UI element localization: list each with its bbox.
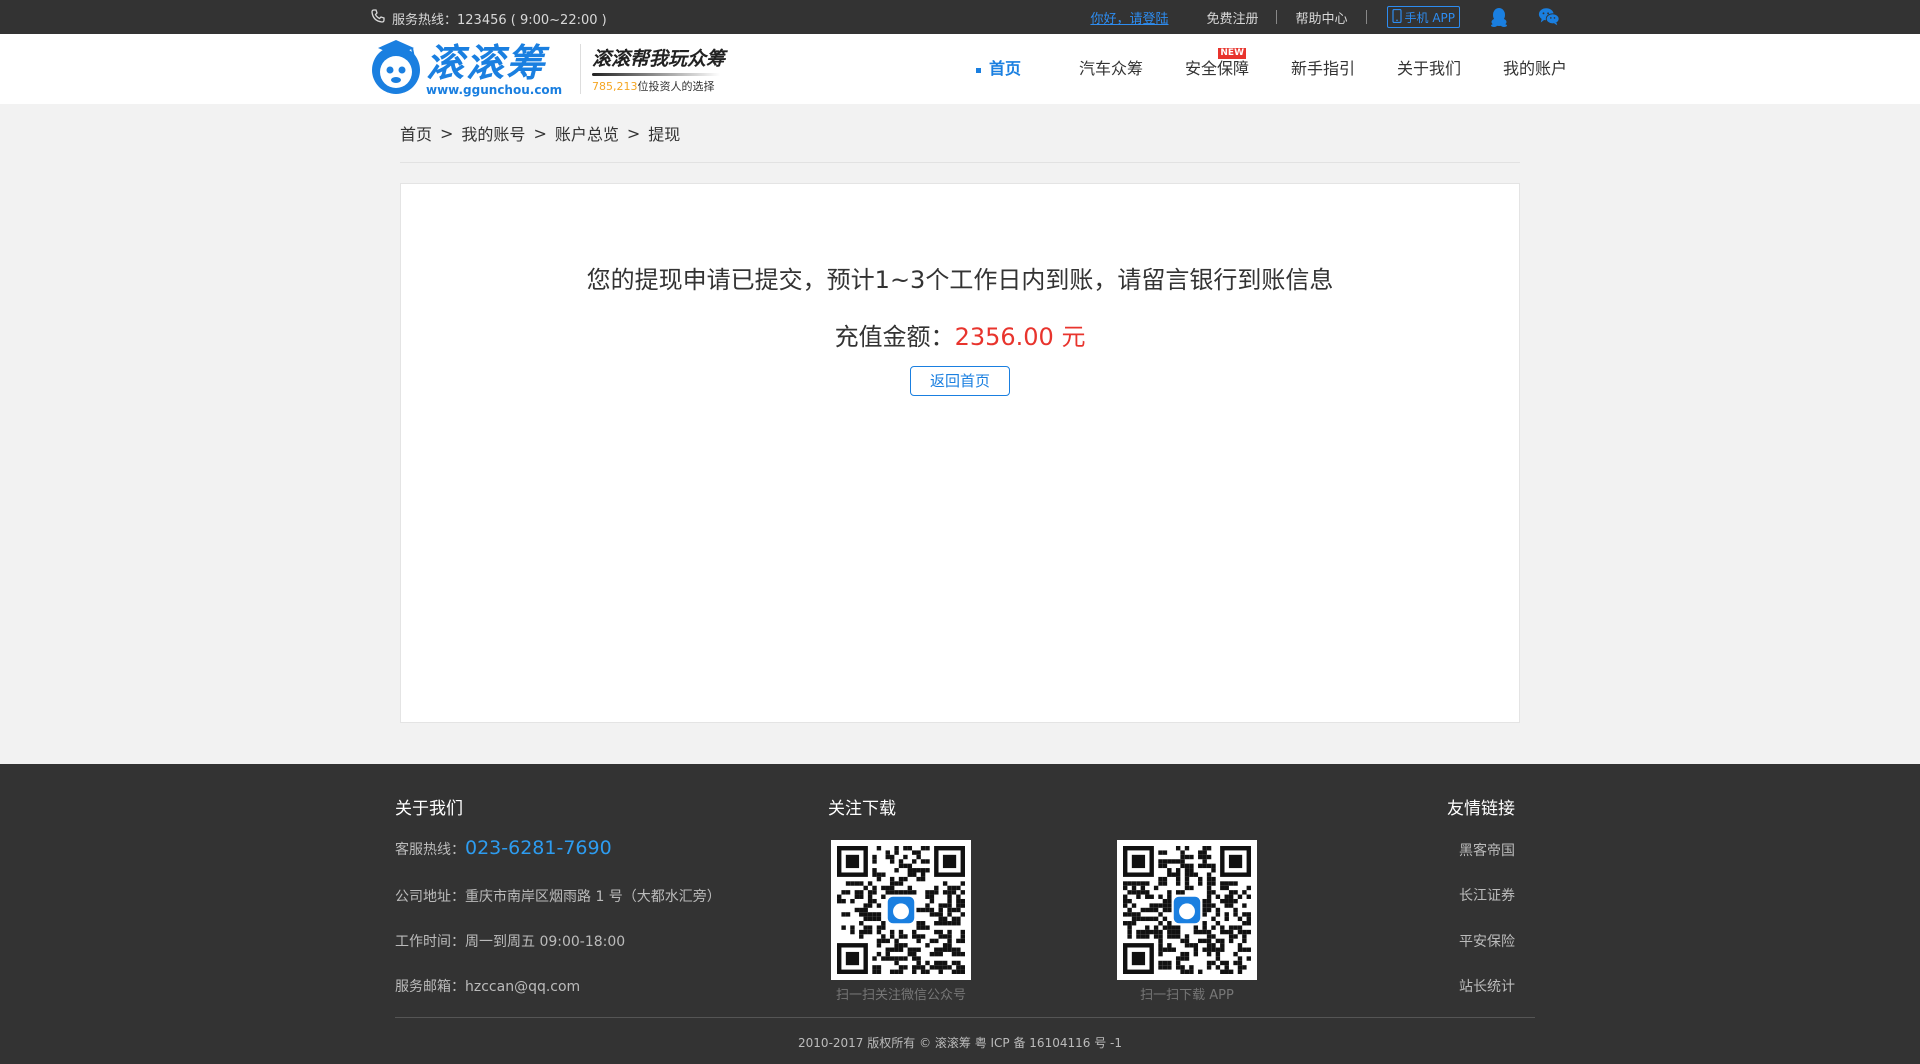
breadcrumb: 首页 > 我的账号 > 账户总览 > 提现 xyxy=(400,104,1520,163)
back-home-button[interactable]: 返回首页 xyxy=(910,366,1010,396)
register-link[interactable]: 免费注册 xyxy=(1188,8,1276,27)
app-qr-caption: 扫一扫下载 APP xyxy=(1140,988,1234,1003)
site-footer: 关于我们 客服热线：023-6281-7690 公司地址：重庆市南岸区烟雨路 1… xyxy=(0,764,1920,1064)
footer-about-title: 关于我们 xyxy=(395,799,463,819)
phone-icon xyxy=(370,8,386,28)
mobile-app-label: 手机 APP xyxy=(1404,10,1456,25)
slogan: 滚滚帮我玩众筹 785,213位投资人的选择 xyxy=(592,44,725,94)
app-qr-code xyxy=(1117,840,1257,980)
hotline-text: 服务热线：123456 ( 9:00~22:00 ) xyxy=(392,12,607,28)
copyright: 2010-2017 版权所有 © 滚滚筹 粤 ICP 备 16104116 号 … xyxy=(798,1036,1122,1050)
divider xyxy=(1365,10,1367,24)
footer-follow-title: 关注下载 xyxy=(828,799,896,819)
wechat-qr-code xyxy=(831,840,971,980)
service-hotline: 服务热线：123456 ( 9:00~22:00 ) xyxy=(370,8,607,28)
nav-about-us[interactable]: 关于我们 xyxy=(1376,34,1482,104)
friend-link[interactable]: 黑客帝国 xyxy=(1459,840,1515,860)
mascot-logo-icon xyxy=(368,38,424,100)
hotline-label: 客服热线： xyxy=(395,842,465,858)
mobile-icon xyxy=(1391,8,1402,26)
amount-label: 充值金额： xyxy=(834,323,955,351)
main-nav: 首页 汽车众筹 安全保障 NEW 新手指引 关于我们 我的账户 xyxy=(952,34,1588,104)
friend-link[interactable]: 平安保险 xyxy=(1459,931,1515,951)
slogan-underline xyxy=(592,73,720,76)
footer-links-title: 友情链接 xyxy=(1447,799,1515,819)
amount-value: 2356.00 元 xyxy=(954,323,1086,351)
help-center-link[interactable]: 帮助中心 xyxy=(1277,8,1365,27)
top-bar: 服务热线：123456 ( 9:00~22:00 ) 你好，请登陆 免费注册 帮… xyxy=(0,0,1920,34)
site-header: 滚滚筹 www.ggunchou.com 滚滚帮我玩众筹 785,213位投资人… xyxy=(0,34,1920,104)
amount-row: 充值金额：2356.00 元 xyxy=(401,317,1519,352)
logo-divider xyxy=(580,44,581,94)
breadcrumb-separator: > xyxy=(626,123,641,143)
wechat-icon[interactable] xyxy=(1538,6,1560,28)
logo-url: www.ggunchou.com xyxy=(426,83,563,97)
breadcrumb-account-overview[interactable]: 账户总览 xyxy=(555,121,619,145)
footer-address: 公司地址：重庆市南岸区烟雨路 1 号（大都水汇旁） xyxy=(395,889,721,905)
nav-beginner-guide[interactable]: 新手指引 xyxy=(1270,34,1376,104)
footer-hotline: 客服热线：023-6281-7690 xyxy=(395,837,612,859)
footer-email: 服务邮箱：hzccan@qq.com xyxy=(395,979,581,995)
nav-security-label: 安全保障 xyxy=(1184,59,1249,78)
slogan-text: 滚滚帮我玩众筹 xyxy=(592,48,726,70)
investor-count: 785,213位投资人的选择 xyxy=(592,78,725,94)
nav-security[interactable]: 安全保障 NEW xyxy=(1164,34,1270,104)
nav-my-account[interactable]: 我的账户 xyxy=(1482,34,1588,104)
hotline-number: 023-6281-7690 xyxy=(465,837,612,859)
mobile-app-button[interactable]: 手机 APP xyxy=(1386,6,1460,28)
wechat-qr-caption: 扫一扫关注微信公众号 xyxy=(835,988,966,1003)
nav-car-crowdfunding[interactable]: 汽车众筹 xyxy=(1058,34,1164,104)
new-badge: NEW xyxy=(1218,48,1246,59)
breadcrumb-withdraw: 提现 xyxy=(648,125,681,144)
success-message: 您的提现申请已提交，预计1~3个工作日内到账，请留言银行到账信息 xyxy=(586,266,1334,294)
investor-count-label: 位投资人的选择 xyxy=(637,80,715,93)
breadcrumb-separator: > xyxy=(440,123,454,143)
investor-count-number: 785,213 xyxy=(592,80,638,93)
login-link[interactable]: 你好，请登陆 xyxy=(1072,8,1188,27)
footer-hours: 工作时间：周一到周五 09:00-18:00 xyxy=(395,934,626,950)
site-logo[interactable]: 滚滚筹 www.ggunchou.com xyxy=(368,38,562,100)
breadcrumb-my-account[interactable]: 我的账号 xyxy=(461,121,525,145)
footer-divider xyxy=(395,1017,1535,1018)
nav-home[interactable]: 首页 xyxy=(952,34,1058,104)
breadcrumb-home[interactable]: 首页 xyxy=(400,121,432,145)
qq-icon[interactable] xyxy=(1488,6,1510,28)
friend-link[interactable]: 长江证券 xyxy=(1459,885,1515,905)
logo-name: 滚滚筹 xyxy=(426,41,547,85)
withdraw-result-card: 您的提现申请已提交，预计1~3个工作日内到账，请留言银行到账信息 充值金额：23… xyxy=(400,183,1520,723)
breadcrumb-separator: > xyxy=(533,123,547,143)
friend-link[interactable]: 站长统计 xyxy=(1459,976,1515,996)
